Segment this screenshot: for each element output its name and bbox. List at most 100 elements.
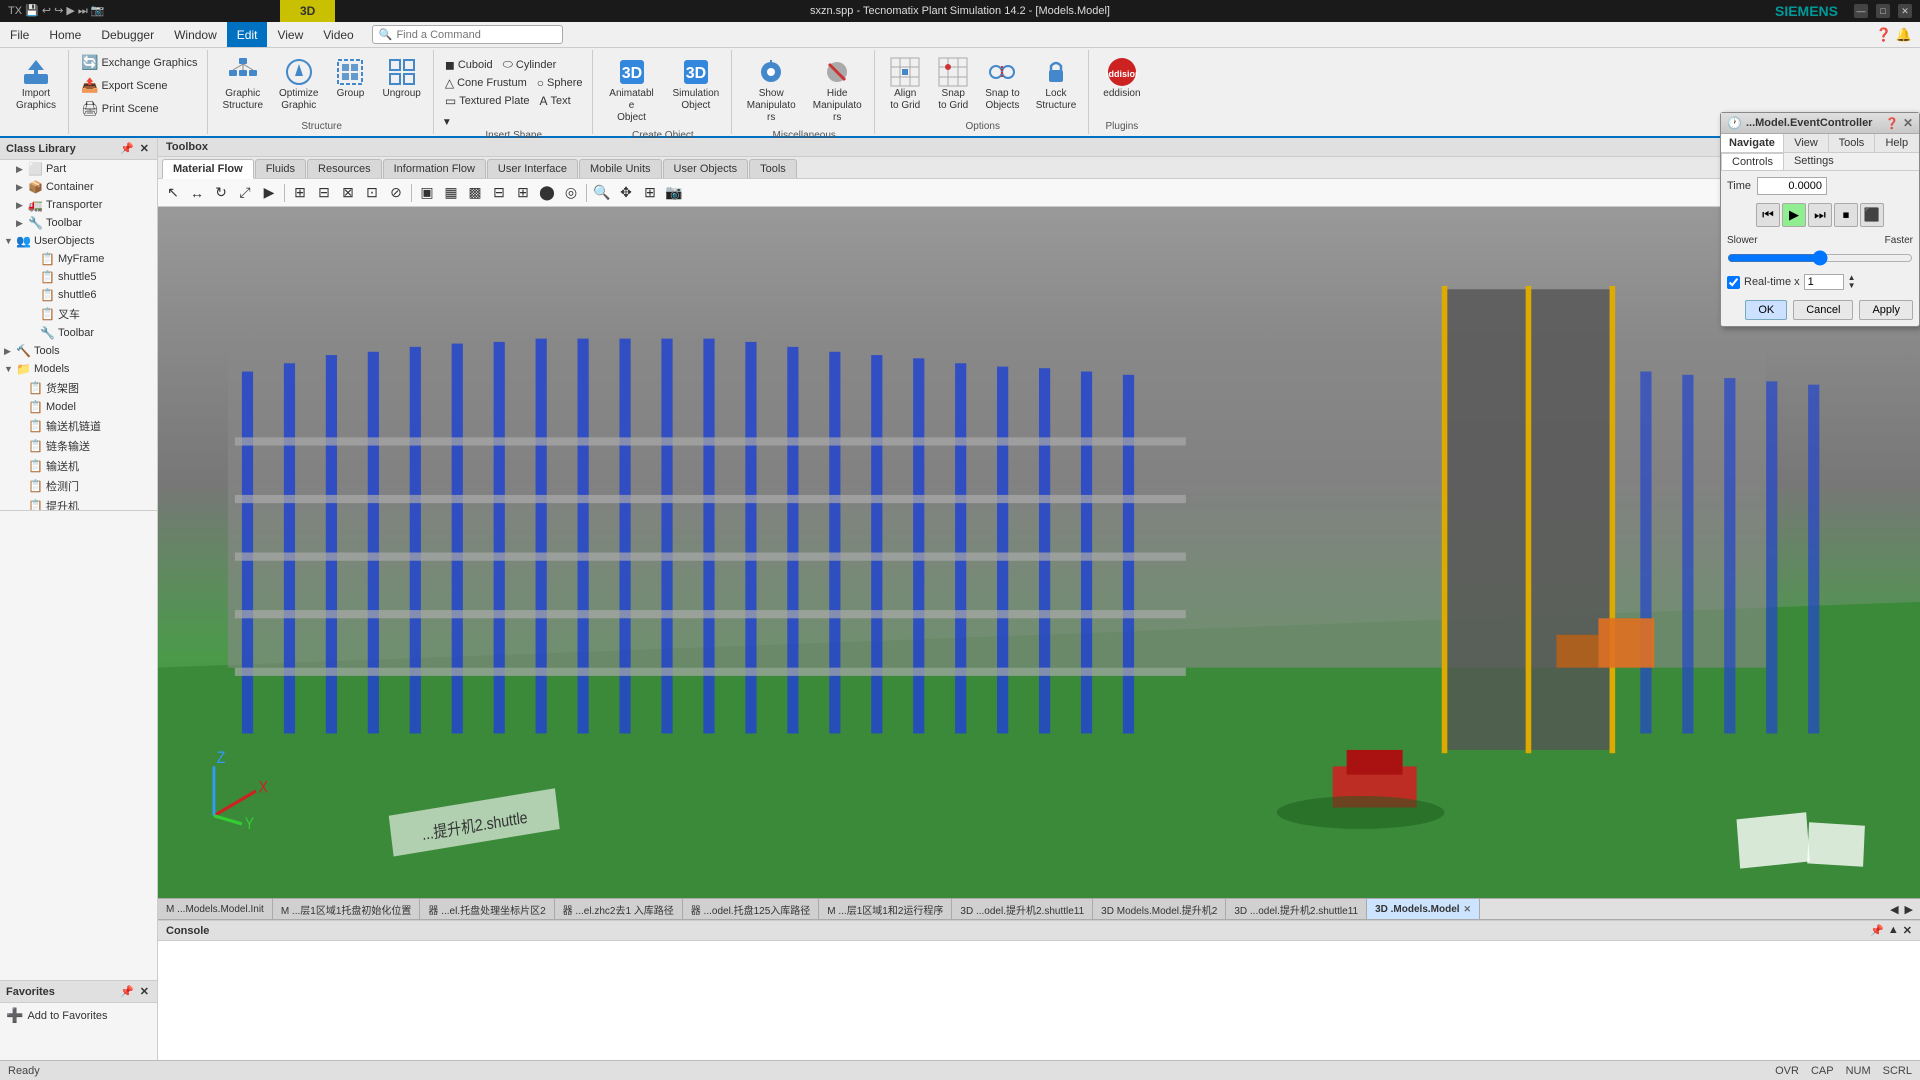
lock-structure-button[interactable]: LockStructure <box>1030 52 1083 116</box>
tab-3d-label[interactable]: 3D <box>280 0 335 22</box>
btab-pallet-init[interactable]: M ...层1区域1托盘初始化位置 <box>273 899 421 919</box>
ec-stop-button[interactable]: ⏹ <box>1834 203 1858 227</box>
cuboid-button[interactable]: ◼ Cuboid <box>442 56 496 73</box>
ec-cancel-button[interactable]: Cancel <box>1793 300 1853 320</box>
ec-nav-navigate[interactable]: Navigate <box>1721 134 1784 152</box>
btab-init[interactable]: M ...Models.Model.Init <box>158 899 273 919</box>
ec-rewind-button[interactable]: ⏮ <box>1756 203 1780 227</box>
console-close-icon[interactable]: ✕ <box>1903 924 1912 937</box>
ec-speed-slider[interactable] <box>1727 250 1913 266</box>
sidebar-pin-icon[interactable]: 📌 <box>118 141 136 156</box>
insert-shape-more[interactable]: ▼ <box>442 117 452 128</box>
console-pin-icon[interactable]: 📌 <box>1870 924 1884 937</box>
view7-btn[interactable]: ◎ <box>560 182 582 204</box>
favorites-pin-icon[interactable]: 📌 <box>118 984 136 999</box>
view5-btn[interactable]: ⊞ <box>512 182 534 204</box>
simulation-object-button[interactable]: 3D SimulationObject <box>667 52 726 116</box>
hide-manipulators-button[interactable]: HideManipulators <box>806 52 868 128</box>
ec-realtime-input[interactable] <box>1804 274 1844 290</box>
view2-btn[interactable]: ▦ <box>440 182 462 204</box>
grid-btn[interactable]: ⊞ <box>639 182 661 204</box>
move-tool-btn[interactable]: ↔ <box>186 182 208 204</box>
ec-sub-settings[interactable]: Settings <box>1784 153 1844 170</box>
menu-window[interactable]: Window <box>164 22 227 47</box>
tree-item-forklift[interactable]: 📋叉车 <box>0 304 157 324</box>
tree-item-lift[interactable]: 📋提升机 <box>0 496 157 510</box>
optimize-graphic-button[interactable]: OptimizeGraphic <box>273 52 324 116</box>
console-up-icon[interactable]: ▲ <box>1888 924 1899 937</box>
ec-realtime-checkbox[interactable] <box>1727 276 1740 289</box>
btab-run[interactable]: M ...层1区域1和2运行程序 <box>819 899 952 919</box>
tab-user-interface[interactable]: User Interface <box>487 159 578 178</box>
menu-edit[interactable]: Edit <box>227 22 268 47</box>
menu-debugger[interactable]: Debugger <box>91 22 164 47</box>
exchange-graphics-button[interactable]: 🔄 Exchange Graphics <box>77 52 201 73</box>
btab-3d-shuttle11b[interactable]: 3D ...odel.提升机2.shuttle11 <box>1226 899 1367 919</box>
btab-close-icon[interactable]: ✕ <box>1464 904 1472 915</box>
menu-file[interactable]: File <box>0 22 39 47</box>
find-command-input[interactable] <box>396 29 556 41</box>
waypoint-btn[interactable]: ⊟ <box>313 182 335 204</box>
close-button[interactable]: ✕ <box>1898 4 1912 18</box>
btab-scroll-right[interactable]: ▶ <box>1902 903 1916 916</box>
tab-resources[interactable]: Resources <box>307 159 382 178</box>
scale-tool-btn[interactable]: ⤢ <box>234 182 256 204</box>
animatable-object-button[interactable]: 3D AnimatableObject <box>601 52 663 128</box>
ec-fastforward-button[interactable]: ⏭ <box>1808 203 1832 227</box>
disconnect-btn[interactable]: ⊡ <box>361 182 383 204</box>
snap-to-grid-button[interactable]: Snapto Grid <box>931 52 975 116</box>
text-button[interactable]: A Text <box>537 93 574 109</box>
view1-btn[interactable]: ▣ <box>416 182 438 204</box>
menu-view[interactable]: View <box>267 22 313 47</box>
minimize-button[interactable]: — <box>1854 4 1868 18</box>
menu-home[interactable]: Home <box>39 22 91 47</box>
play-btn[interactable]: ▶ <box>258 182 280 204</box>
textured-plate-button[interactable]: ▭ Textured Plate <box>442 93 533 109</box>
btab-sort[interactable]: 器 ...el.托盘处理坐标片区2 <box>420 899 554 919</box>
tab-information-flow[interactable]: Information Flow <box>383 159 486 178</box>
notification-icon[interactable]: 🔔 <box>1896 27 1912 43</box>
ec-nav-tools[interactable]: Tools <box>1829 134 1874 152</box>
tree-item-toolbar[interactable]: ▶🔧Toolbar <box>0 214 157 232</box>
view6-btn[interactable]: ⬤ <box>536 182 558 204</box>
tab-material-flow[interactable]: Material Flow <box>162 159 254 179</box>
tree-item-userobjects[interactable]: ▼👥UserObjects <box>0 232 157 250</box>
btab-scroll-left[interactable]: ◀ <box>1887 903 1901 916</box>
ec-sub-controls[interactable]: Controls <box>1721 153 1784 170</box>
connect-btn[interactable]: ⊠ <box>337 182 359 204</box>
tree-item-chain[interactable]: 📋链条输送 <box>0 436 157 456</box>
view4-btn[interactable]: ⊟ <box>488 182 510 204</box>
cone-frustum-button[interactable]: △ Cone Frustum <box>442 75 530 91</box>
tree-item-model[interactable]: 📋Model <box>0 398 157 416</box>
ec-help-icon[interactable]: ❓ <box>1885 117 1899 130</box>
tree-item-transporter[interactable]: ▶🚛Transporter <box>0 196 157 214</box>
sidebar-close-icon[interactable]: ✕ <box>138 141 151 156</box>
tree-item-shuttle6[interactable]: 📋shuttle6 <box>0 286 157 304</box>
tree-item-conveyor[interactable]: 📋输送机链道 <box>0 416 157 436</box>
help-icon[interactable]: ❓ <box>1876 27 1892 43</box>
maximize-button[interactable]: □ <box>1876 4 1890 18</box>
path-btn[interactable]: ⊘ <box>385 182 407 204</box>
ec-time-input[interactable] <box>1757 177 1827 195</box>
show-manipulators-button[interactable]: ShowManipulators <box>740 52 802 128</box>
edddision-button[interactable]: eddision eddision <box>1097 52 1146 104</box>
ec-play-button[interactable]: ▶ <box>1782 203 1806 227</box>
btab-path1[interactable]: 器 ...el.zhc2去1 入库路径 <box>555 899 683 919</box>
group-button[interactable]: Group <box>328 52 372 104</box>
btab-path2[interactable]: 器 ...odel.托盘125入库路径 <box>683 899 819 919</box>
camera-btn[interactable]: 📷 <box>663 182 685 204</box>
align-to-grid-button[interactable]: Alignto Grid <box>883 52 927 116</box>
cylinder-button[interactable]: ⬭ Cylinder <box>500 56 560 73</box>
tree-item-myframe[interactable]: 📋MyFrame <box>0 250 157 268</box>
menu-video[interactable]: Video <box>313 22 363 47</box>
tab-mobile-units[interactable]: Mobile Units <box>579 159 662 178</box>
btab-3d-shuttle11[interactable]: 3D ...odel.提升机2.shuttle11 <box>952 899 1093 919</box>
btab-3d-model[interactable]: 3D .Models.Model ✕ <box>1367 899 1480 919</box>
add-to-favorites-button[interactable]: ➕ Add to Favorites <box>0 1003 157 1028</box>
quick-access-icons[interactable]: TX 💾 ↩ ↪ ▶ ⏭ 📷 <box>8 4 105 18</box>
snap-to-objects-button[interactable]: Snap toObjects <box>979 52 1025 116</box>
favorites-close-icon[interactable]: ✕ <box>138 984 151 999</box>
tab-fluids[interactable]: Fluids <box>255 159 306 178</box>
ec-reset-button[interactable]: ⬛ <box>1860 203 1884 227</box>
tree-item-part[interactable]: ▶⬜Part <box>0 160 157 178</box>
